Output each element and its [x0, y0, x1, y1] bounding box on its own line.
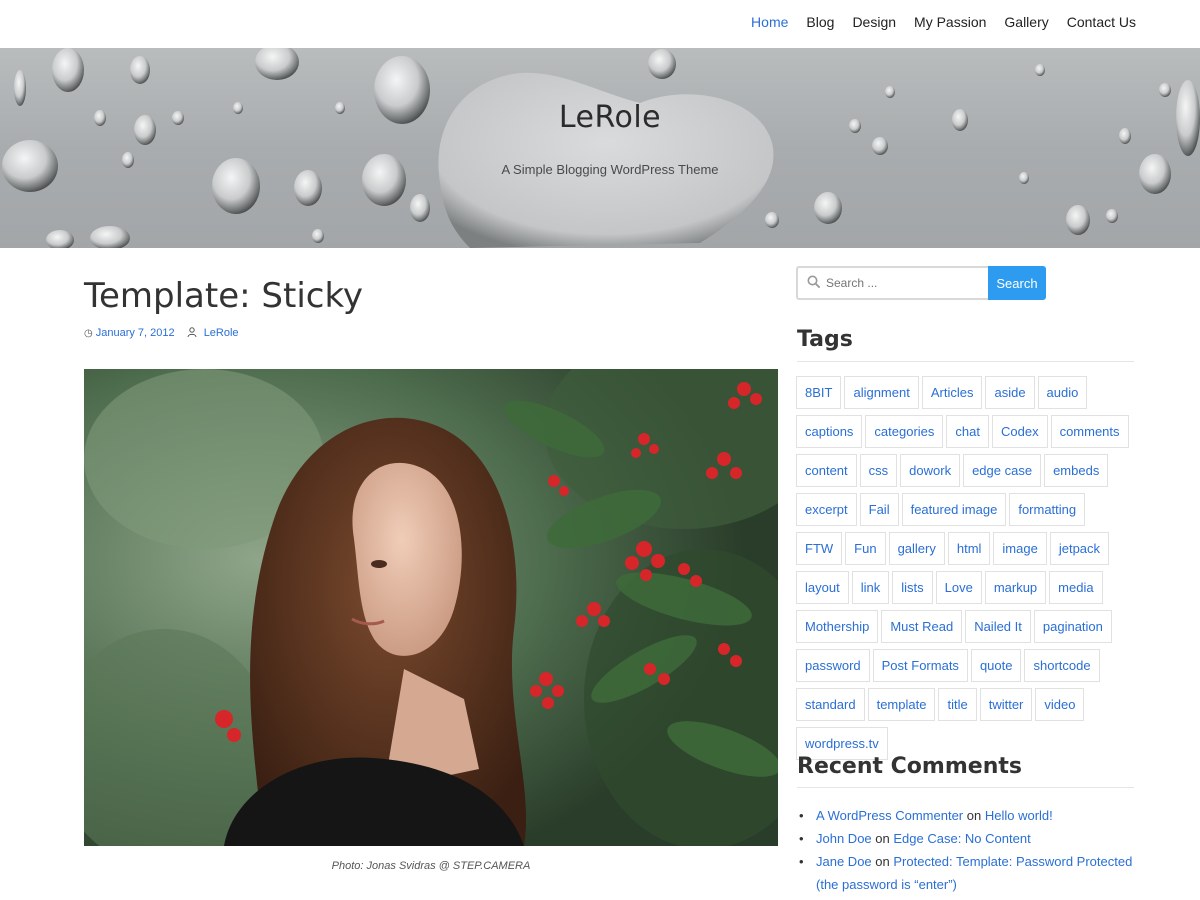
- comment-author-link[interactable]: Jane Doe: [816, 854, 872, 869]
- tag-link[interactable]: dowork: [900, 454, 961, 487]
- search-input[interactable]: [826, 274, 976, 292]
- image-caption: Photo: Jonas Svidras @ STEP.CAMERA: [331, 860, 531, 872]
- tags-widget-title: Tags: [797, 327, 853, 352]
- tag-link[interactable]: video: [1035, 688, 1085, 721]
- nav-link-blog[interactable]: Blog: [806, 14, 834, 30]
- comment-post-link[interactable]: Hello world!: [985, 808, 1053, 823]
- tag-link[interactable]: alignment: [844, 376, 919, 409]
- nav-item-my-passion[interactable]: My Passion: [914, 14, 986, 30]
- tag-link[interactable]: content: [796, 454, 857, 487]
- user-icon: [187, 327, 197, 338]
- tag-link[interactable]: Nailed It: [965, 610, 1031, 643]
- tag-link[interactable]: captions: [796, 415, 863, 448]
- post-author-link[interactable]: LeRole: [204, 327, 239, 339]
- tag-link[interactable]: Fun: [845, 532, 886, 565]
- tag-link[interactable]: css: [859, 454, 898, 487]
- tags-divider: [797, 361, 1134, 362]
- tag-link[interactable]: layout: [796, 571, 849, 604]
- tag-link[interactable]: jetpack: [1049, 532, 1110, 565]
- tag-cloud: 8BIT alignment Articles aside audio captions c…: [796, 376, 1136, 766]
- tag-link[interactable]: categories: [865, 415, 944, 448]
- tag-link[interactable]: comments: [1050, 415, 1129, 448]
- site-tagline: A Simple Blogging WordPress Theme: [501, 162, 719, 177]
- tag-link[interactable]: audio: [1037, 376, 1088, 409]
- tag-link[interactable]: standard: [796, 688, 865, 721]
- tag-link[interactable]: Fail: [859, 493, 899, 526]
- search-button[interactable]: Search: [988, 266, 1046, 300]
- post-date-link[interactable]: January 7, 2012: [96, 327, 175, 339]
- featured-image[interactable]: [84, 369, 778, 846]
- recent-comment-item: A WordPress Commenter on Hello world!: [797, 804, 1137, 827]
- tag-link[interactable]: chat: [946, 415, 989, 448]
- nav-item-design[interactable]: Design: [852, 14, 896, 30]
- tag-link[interactable]: Love: [935, 571, 982, 604]
- tag-link[interactable]: lists: [892, 571, 933, 604]
- tag-link[interactable]: title: [938, 688, 977, 721]
- nav-link-my-passion[interactable]: My Passion: [914, 14, 986, 30]
- tag-link[interactable]: html: [947, 532, 991, 565]
- comment-post-link[interactable]: Edge Case: No Content: [893, 831, 1030, 846]
- tag-link[interactable]: media: [1049, 571, 1103, 604]
- tag-link[interactable]: 8BIT: [796, 376, 842, 409]
- nav-link-design[interactable]: Design: [852, 14, 896, 30]
- tag-link[interactable]: quote: [970, 649, 1022, 682]
- search-field-wrap: [796, 266, 988, 300]
- author-wrap: LeRole: [187, 327, 239, 339]
- tag-link[interactable]: template: [867, 688, 936, 721]
- tag-link[interactable]: formatting: [1009, 493, 1086, 526]
- nav-item-contact-us[interactable]: Contact Us: [1067, 14, 1136, 30]
- nav-item-blog[interactable]: Blog: [806, 14, 834, 30]
- tag-link[interactable]: markup: [984, 571, 1047, 604]
- post-meta: ◷ January 7, 2012 LeRole: [84, 327, 239, 339]
- featured-photo: [84, 369, 778, 846]
- tag-link[interactable]: FTW: [796, 532, 843, 565]
- nav-menu: Home Blog Design My Passion Gallery Cont…: [733, 14, 1136, 30]
- recent-comment-item: Jane Doe on Protected: Template: Passwor…: [797, 850, 1137, 896]
- comment-on-text: on: [966, 808, 982, 823]
- nav-item-home[interactable]: Home: [751, 14, 788, 30]
- search-form: Search: [796, 266, 1046, 300]
- tag-link[interactable]: Post Formats: [872, 649, 968, 682]
- comment-author-link[interactable]: John Doe: [816, 831, 872, 846]
- nav-link-gallery[interactable]: Gallery: [1004, 14, 1048, 30]
- main-navigation: Home Blog Design My Passion Gallery Cont…: [0, 0, 1200, 48]
- tag-link[interactable]: featured image: [901, 493, 1007, 526]
- tag-link[interactable]: Must Read: [881, 610, 963, 643]
- tag-link[interactable]: excerpt: [796, 493, 857, 526]
- header-banner: LeRole A Simple Blogging WordPress Theme: [0, 48, 1200, 248]
- recent-comments-divider: [797, 787, 1134, 788]
- tag-link[interactable]: embeds: [1044, 454, 1109, 487]
- tag-link[interactable]: aside: [985, 376, 1035, 409]
- recent-comments-title: Recent Comments: [797, 754, 1022, 779]
- tag-link[interactable]: twitter: [979, 688, 1033, 721]
- recent-comments-list: A WordPress Commenter on Hello world!Joh…: [797, 804, 1137, 896]
- search-icon: [807, 275, 821, 289]
- tag-link[interactable]: pagination: [1033, 610, 1112, 643]
- comment-author-link[interactable]: A WordPress Commenter: [816, 808, 963, 823]
- nav-item-gallery[interactable]: Gallery: [1004, 14, 1048, 30]
- site-title[interactable]: LeRole: [0, 100, 1200, 135]
- tag-link[interactable]: Mothership: [796, 610, 879, 643]
- tag-link[interactable]: Codex: [991, 415, 1048, 448]
- water-droplets-image: [2, 48, 1200, 248]
- post-title[interactable]: Template: Sticky: [84, 276, 363, 316]
- nav-link-contact-us[interactable]: Contact Us: [1067, 14, 1136, 30]
- tag-link[interactable]: password: [796, 649, 870, 682]
- comment-on-text: on: [875, 831, 890, 846]
- tag-link[interactable]: edge case: [963, 454, 1042, 487]
- recent-comment-item: John Doe on Edge Case: No Content: [797, 827, 1137, 850]
- tag-link[interactable]: Articles: [921, 376, 983, 409]
- nav-link-home[interactable]: Home: [751, 14, 788, 30]
- tag-link[interactable]: link: [851, 571, 890, 604]
- comment-on-text: on: [875, 854, 890, 869]
- tag-link[interactable]: image: [993, 532, 1047, 565]
- tag-link[interactable]: shortcode: [1024, 649, 1100, 682]
- clock-icon: ◷: [84, 327, 93, 339]
- tag-link[interactable]: gallery: [888, 532, 945, 565]
